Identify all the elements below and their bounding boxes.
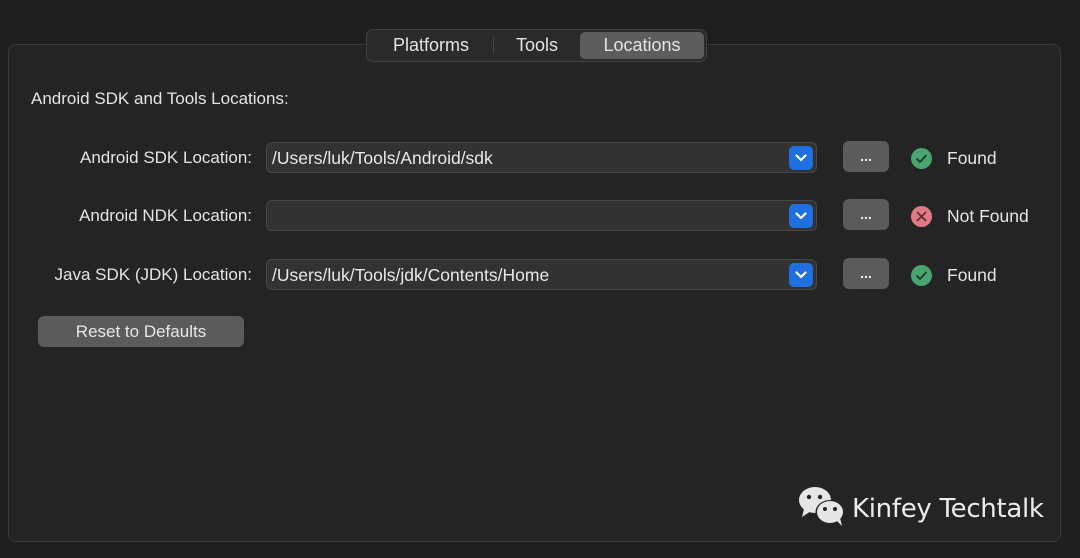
watermark: Kinfey Techtalk xyxy=(798,485,1044,532)
tab-platforms[interactable]: Platforms xyxy=(369,32,493,59)
reset-to-defaults-button[interactable]: Reset to Defaults xyxy=(38,316,244,347)
check-circle-icon xyxy=(911,148,932,169)
section-title: Android SDK and Tools Locations: xyxy=(31,89,289,108)
x-circle-icon xyxy=(911,206,932,227)
android-ndk-status: Not Found xyxy=(947,206,1029,226)
android-ndk-label: Android NDK Location: xyxy=(79,206,252,225)
wechat-icon xyxy=(798,485,846,532)
check-circle-icon xyxy=(911,265,932,286)
java-sdk-location-combo[interactable]: /Users/luk/Tools/jdk/Contents/Home xyxy=(266,259,817,290)
settings-panel xyxy=(8,44,1061,542)
android-sdk-browse-button[interactable]: ... xyxy=(843,141,889,172)
android-sdk-status: Found xyxy=(947,148,997,168)
tab-bar: Platforms Tools Locations xyxy=(366,29,707,62)
watermark-text: Kinfey Techtalk xyxy=(852,493,1044,524)
android-sdk-label: Android SDK Location: xyxy=(80,148,252,167)
location-row-android-ndk: Android NDK Location: ... Not Found xyxy=(0,199,1080,232)
location-row-android-sdk: Android SDK Location: /Users/luk/Tools/A… xyxy=(0,141,1080,174)
java-sdk-status: Found xyxy=(947,265,997,285)
android-ndk-location-combo[interactable] xyxy=(266,200,817,231)
android-sdk-location-combo[interactable]: /Users/luk/Tools/Android/sdk xyxy=(266,142,817,173)
java-sdk-label: Java SDK (JDK) Location: xyxy=(54,265,252,284)
tab-tools[interactable]: Tools xyxy=(494,32,580,59)
location-row-java-sdk: Java SDK (JDK) Location: /Users/luk/Tool… xyxy=(0,258,1080,291)
android-sdk-location-value[interactable]: /Users/luk/Tools/Android/sdk xyxy=(272,148,493,169)
tab-locations[interactable]: Locations xyxy=(580,32,704,59)
android-ndk-browse-button[interactable]: ... xyxy=(843,199,889,230)
chevron-down-icon[interactable] xyxy=(789,204,813,228)
chevron-down-icon[interactable] xyxy=(789,263,813,287)
java-sdk-browse-button[interactable]: ... xyxy=(843,258,889,289)
java-sdk-location-value[interactable]: /Users/luk/Tools/jdk/Contents/Home xyxy=(272,265,549,286)
chevron-down-icon[interactable] xyxy=(789,146,813,170)
